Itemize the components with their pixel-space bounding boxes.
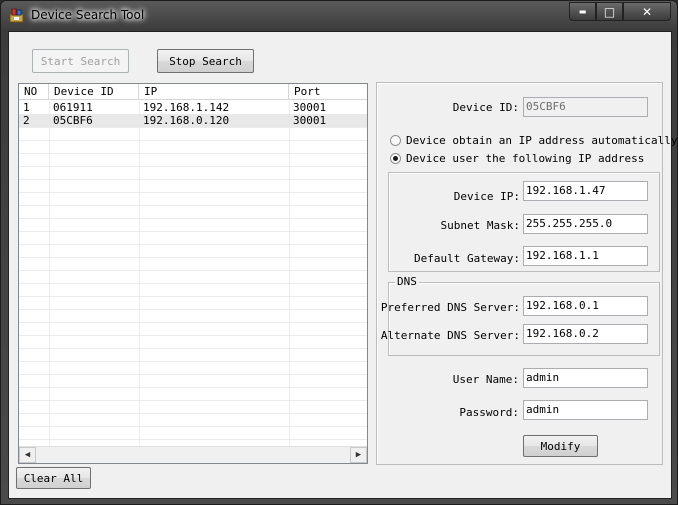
grid-line [19,439,367,440]
cell-device-id: 061911 [53,101,93,114]
modify-button[interactable]: Modify [523,435,598,457]
grid-line [19,166,367,167]
window-frame: Device Search Tool ▬ □ ✕ Start Search St… [0,0,678,505]
preferred-dns-field[interactable]: 192.168.0.1 [523,296,648,316]
scroll-right-icon[interactable]: ▶ [350,447,367,463]
scroll-left-icon[interactable]: ◀ [19,447,36,463]
column-header-device-id[interactable]: Device ID [49,84,139,100]
clear-all-button[interactable]: Clear All [16,467,91,489]
stop-search-button[interactable]: Stop Search [157,49,254,73]
minimize-button[interactable]: ▬ [569,2,596,21]
radio-obtain-ip-automatically[interactable]: Device obtain an IP address automaticall… [390,134,678,147]
column-header-ip[interactable]: IP [139,84,289,100]
close-button[interactable]: ✕ [623,2,671,21]
grid-line [19,400,367,401]
table-row[interactable]: 2 05CBF6 192.168.0.120 30001 [19,114,367,127]
radio-auto-label: Device obtain an IP address automaticall… [406,134,678,147]
radio-manual-dot [390,153,401,164]
column-header-no[interactable]: NO [19,84,49,100]
close-icon: ✕ [641,4,653,19]
default-gateway-label: Default Gateway: [414,252,520,265]
subnet-mask-field[interactable]: 255.255.255.0 [523,214,648,234]
grid-line [19,361,367,362]
grid-line [19,322,367,323]
device-id-label: Device ID: [452,101,519,114]
grid-line [19,244,367,245]
preferred-dns-label: Preferred DNS Server: [380,301,520,314]
default-gateway-field[interactable]: 192.168.1.1 [523,246,648,266]
alternate-dns-field[interactable]: 192.168.0.2 [523,324,648,344]
grid-line [19,205,367,206]
list-header: NO Device ID IP Port [19,84,367,100]
maximize-button[interactable]: □ [596,2,623,21]
grid-line [19,348,367,349]
radio-use-following-ip[interactable]: Device user the following IP address [390,152,644,165]
device-ip-field[interactable]: 192.168.1.47 [523,181,648,201]
cell-no: 1 [23,101,30,114]
dns-group: DNS Preferred DNS Server: 192.168.0.1 Al… [381,276,660,356]
grid-line [19,231,367,232]
grid-line [19,335,367,336]
title-bar[interactable]: Device Search Tool ▬ □ ✕ [1,1,677,31]
user-name-label: User Name: [452,373,519,386]
grid-line [19,283,367,284]
user-name-field[interactable]: admin [523,368,648,388]
password-field[interactable]: admin [523,400,648,420]
subnet-mask-label: Subnet Mask: [440,219,520,232]
device-id-field: 05CBF6 [523,97,648,117]
ip-settings-group: Device IP: 192.168.1.47 Subnet Mask: 255… [388,172,660,272]
client-area: Start Search Stop Search NO Device ID IP… [8,31,678,499]
grid-line [19,309,367,310]
grid-line [19,374,367,375]
cell-device-id: 05CBF6 [53,114,93,127]
app-icon [9,8,24,23]
horizontal-scrollbar[interactable]: ◀ ▶ [19,446,367,463]
grid-line [19,153,367,154]
cell-ip: 192.168.0.120 [143,114,230,127]
device-list[interactable]: NO Device ID IP Port 1 061911 192.168.1.… [18,83,368,464]
grid-line [19,127,367,128]
grid-line [19,270,367,271]
grid-line [19,413,367,414]
grid-line [19,426,367,427]
window-controls: ▬ □ ✕ [569,2,671,21]
maximize-icon: □ [603,4,616,19]
device-ip-label: Device IP: [453,190,520,203]
alternate-dns-label: Alternate DNS Server: [380,329,520,342]
grid-line [19,179,367,180]
grid-line [19,192,367,193]
cell-no: 2 [23,114,30,127]
radio-auto-dot [390,135,401,146]
cell-port: 30001 [293,114,327,127]
password-label: Password: [459,406,519,419]
table-row[interactable]: 1 061911 192.168.1.142 30001 [19,101,367,114]
grid-line [19,218,367,219]
window-title: Device Search Tool [31,8,145,22]
start-search-button[interactable]: Start Search [32,49,129,73]
grid-line [19,257,367,258]
radio-manual-label: Device user the following IP address [406,152,645,165]
grid-line [19,387,367,388]
dns-group-title: DNS [395,275,419,288]
list-rows: 1 061911 192.168.1.142 30001 2 05CBF6 19… [19,101,367,127]
grid-line [19,296,367,297]
column-header-port[interactable]: Port [289,84,367,100]
grid-line [19,140,367,141]
cell-ip: 192.168.1.142 [143,101,230,114]
device-settings-panel: Device ID: 05CBF6 Device obtain an IP ad… [376,82,678,465]
cell-port: 30001 [293,101,327,114]
minimize-icon: ▬ [578,7,587,16]
